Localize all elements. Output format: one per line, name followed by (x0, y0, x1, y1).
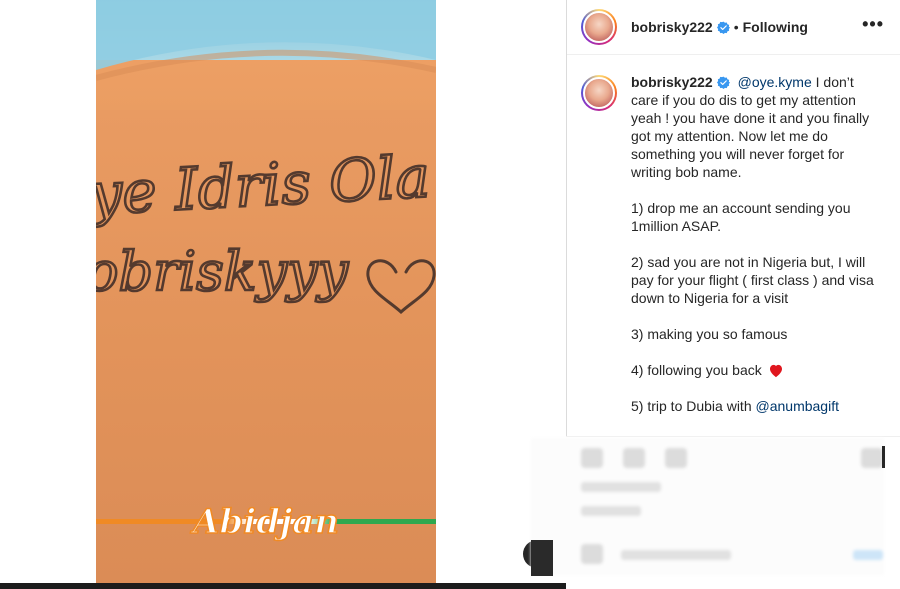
like-icon[interactable] (581, 448, 603, 468)
avatar[interactable] (581, 9, 617, 45)
emoji-icon[interactable] (581, 544, 603, 564)
caption-item-4: 4) following you back (631, 361, 881, 379)
caption-item-1: 1) drop me an account sending you 1milli… (631, 200, 851, 234)
post-button-placeholder[interactable] (853, 550, 883, 560)
red-heart-icon (769, 364, 782, 378)
caption-avatar[interactable] (581, 75, 617, 111)
caption-mention-anumbagift[interactable]: @anumbagift (756, 398, 839, 414)
media-bottom-strip (0, 583, 566, 589)
caption-item-4-text: 4) following you back (631, 362, 766, 378)
tattoo-line2-text: obriskyyy (96, 240, 350, 303)
caption-avatar-image (583, 77, 615, 109)
avatar-image (583, 11, 615, 43)
caption-item-5-text: 5) trip to Dubia with (631, 398, 756, 414)
share-icon[interactable] (665, 448, 687, 468)
post-header: bobrisky222 • Following ••• (567, 0, 900, 55)
caption-username[interactable]: bobrisky222 (631, 74, 713, 90)
caption-verified-badge-icon (716, 76, 730, 89)
caption-mention-link[interactable]: @oye.kyme (738, 74, 812, 90)
post-caption: bobrisky222 @oye.kyme I don’t care if yo… (567, 55, 900, 415)
bookmark-edge (882, 446, 885, 468)
header-username[interactable]: bobrisky222 (631, 19, 713, 35)
post-media[interactable]: ye Idris Ola obriskyyy Abidjan (96, 0, 436, 583)
blurred-edge (531, 540, 553, 576)
header-separator: • (733, 19, 739, 35)
verified-badge-icon (716, 21, 730, 34)
comment-input-placeholder[interactable] (621, 550, 731, 560)
caption-item-5: 5) trip to Dubia with @anumbagift (631, 397, 881, 415)
tattoo-line1-text: ye Idris Ola (96, 142, 432, 228)
blurred-actions-overlay (531, 438, 884, 575)
save-icon[interactable] (861, 448, 883, 468)
caption-item-2: 2) sad you are not in Nigeria but, I wil… (631, 254, 874, 306)
timestamp-placeholder (581, 506, 641, 516)
likes-count-placeholder (581, 482, 661, 492)
caption-item-3: 3) making you so famous (631, 326, 788, 342)
caption-text: bobrisky222 @oye.kyme I don’t care if yo… (631, 73, 881, 415)
tattoo-artwork: ye Idris Ola obriskyyy Abidjan (96, 0, 436, 543)
abidjan-overlay-text: Abidjan (190, 502, 339, 542)
more-options-icon[interactable]: ••• (862, 14, 884, 35)
comment-icon[interactable] (623, 448, 645, 468)
post-media-area: ye Idris Ola obriskyyy Abidjan (0, 0, 566, 589)
following-button[interactable]: Following (743, 19, 808, 35)
